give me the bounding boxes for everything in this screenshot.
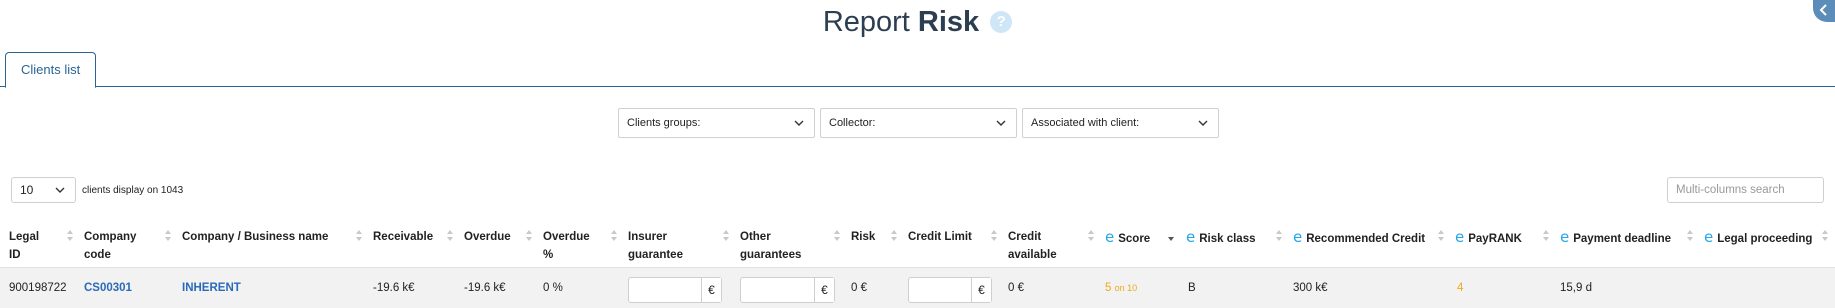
- display-count-info: clients display on 1043: [82, 185, 184, 196]
- cell-credit-available: 0 €: [1008, 282, 1024, 294]
- sort-icon: [991, 228, 999, 244]
- ellisphere-icon: e: [1105, 228, 1115, 246]
- cell-business-name: INHERENT: [182, 268, 241, 308]
- cell-payment-deadline: 15,9 d: [1560, 282, 1592, 294]
- cell-risk-class: B: [1188, 282, 1196, 294]
- currency-addon: €: [814, 278, 834, 302]
- page-title-light: Report: [822, 5, 910, 38]
- currency-addon: €: [971, 278, 991, 302]
- col-other-guarantees[interactable]: Other guarantees: [740, 228, 801, 264]
- associated-client-select[interactable]: Associated with client:: [1022, 108, 1219, 138]
- score-value: 5: [1105, 282, 1112, 294]
- col-receivable[interactable]: Receivable: [373, 228, 433, 246]
- clients-table: Legal ID Company code Company / Business n…: [0, 218, 1835, 308]
- sort-icon: [611, 228, 619, 244]
- sort-icon: [1276, 228, 1284, 244]
- col-overdue[interactable]: Overdue: [464, 228, 511, 246]
- company-code-link[interactable]: CS00301: [84, 282, 132, 294]
- col-risk[interactable]: Risk: [851, 228, 875, 246]
- sort-icon: [834, 228, 842, 244]
- collector-label: Collector:: [829, 117, 876, 129]
- sort-icon: [1822, 228, 1830, 244]
- col-score[interactable]: e Score: [1105, 228, 1150, 248]
- table-header: Legal ID Company code Company / Business n…: [0, 218, 1835, 268]
- sort-icon: [1543, 228, 1551, 244]
- clients-groups-label: Clients groups:: [627, 117, 701, 129]
- business-name-link[interactable]: INHERENT: [182, 282, 241, 294]
- sort-icon: [1687, 228, 1695, 244]
- col-company-code[interactable]: Company code: [84, 228, 136, 264]
- page-length-select[interactable]: 10: [11, 177, 76, 203]
- chevron-down-icon: [996, 120, 1006, 126]
- ellisphere-icon: e: [1293, 228, 1303, 246]
- ellisphere-icon: e: [1455, 228, 1465, 246]
- sort-icon: [1438, 228, 1446, 244]
- page-title: Report Risk: [823, 6, 979, 39]
- collector-select[interactable]: Collector:: [820, 108, 1017, 138]
- page-title-bold: Risk: [917, 5, 980, 38]
- col-recommended-credit[interactable]: e Recommended Credit: [1293, 228, 1425, 248]
- multi-column-search-input[interactable]: Multi-columns search: [1667, 177, 1824, 203]
- sort-icon: [356, 228, 364, 244]
- ellisphere-icon: e: [1704, 228, 1714, 246]
- cell-risk: 0 €: [851, 282, 867, 294]
- other-guarantees-input[interactable]: €: [740, 277, 835, 303]
- cell-receivable: -19.6 k€: [373, 282, 415, 294]
- cell-overdue: -19.6 k€: [464, 282, 506, 294]
- ellisphere-icon: e: [1186, 228, 1196, 246]
- chevron-down-icon: [794, 120, 804, 126]
- chevron-down-icon: [55, 187, 65, 193]
- credit-limit-input[interactable]: €: [908, 277, 992, 303]
- page-header: Report Risk ?: [0, 0, 1835, 44]
- col-payment-deadline[interactable]: e Payment deadline: [1560, 228, 1671, 248]
- col-credit-available[interactable]: Credit available: [1008, 228, 1057, 264]
- score-suffix: on 10: [1114, 283, 1138, 293]
- col-legal-id[interactable]: Legal ID: [9, 228, 39, 264]
- sort-icon: [165, 228, 173, 244]
- chevron-down-icon: [1198, 120, 1208, 126]
- col-insurer-guarantee[interactable]: Insurer guarantee: [628, 228, 683, 264]
- col-business-name[interactable]: Company / Business name: [182, 228, 328, 246]
- sort-icon: [447, 228, 455, 244]
- cell-legal-id: 900198722: [9, 282, 67, 294]
- associated-client-label: Associated with client:: [1031, 117, 1140, 129]
- col-credit-limit[interactable]: Credit Limit: [908, 228, 972, 246]
- cell-payrank: 4: [1457, 282, 1464, 294]
- credit-limit-field[interactable]: [909, 278, 971, 302]
- sort-icon: [891, 228, 899, 244]
- page-length-value: 10: [20, 183, 34, 197]
- col-payrank[interactable]: e PayRANK: [1455, 228, 1522, 248]
- tab-bar: Clients list: [0, 52, 1835, 88]
- tab-clients-list[interactable]: Clients list: [5, 52, 97, 88]
- clients-groups-select[interactable]: Clients groups:: [618, 108, 815, 138]
- other-guarantees-field[interactable]: [741, 278, 814, 302]
- cell-overdue-pct: 0 %: [543, 282, 563, 294]
- sort-icon: [526, 228, 534, 244]
- report-risk-page: Report Risk ? Clients list Clients group…: [0, 0, 1835, 308]
- col-legal-proceeding[interactable]: e Legal proceeding: [1704, 228, 1812, 248]
- help-icon[interactable]: ?: [990, 11, 1013, 33]
- sort-icon: [723, 228, 731, 244]
- filter-bar: Clients groups: Collector: Associated wi…: [618, 108, 1219, 138]
- col-risk-class[interactable]: e Risk class: [1186, 228, 1256, 248]
- cell-company-code: CS00301: [84, 268, 132, 308]
- insurer-guarantee-field[interactable]: [629, 278, 701, 302]
- sort-desc-icon: [1168, 228, 1176, 244]
- cell-recommended-credit: 300 k€: [1293, 282, 1328, 294]
- ellisphere-icon: e: [1560, 228, 1570, 246]
- sort-icon: [1088, 228, 1096, 244]
- insurer-guarantee-input[interactable]: €: [628, 277, 722, 303]
- sort-icon: [67, 228, 75, 244]
- table-row: 900198722 CS00301 INHERENT -19.6 k€ -19.…: [0, 268, 1835, 308]
- currency-addon: €: [701, 278, 721, 302]
- cell-score: 5 on 10: [1105, 268, 1137, 308]
- chevron-left-icon: [1819, 4, 1827, 16]
- col-overdue-pct[interactable]: Overdue%: [543, 228, 590, 264]
